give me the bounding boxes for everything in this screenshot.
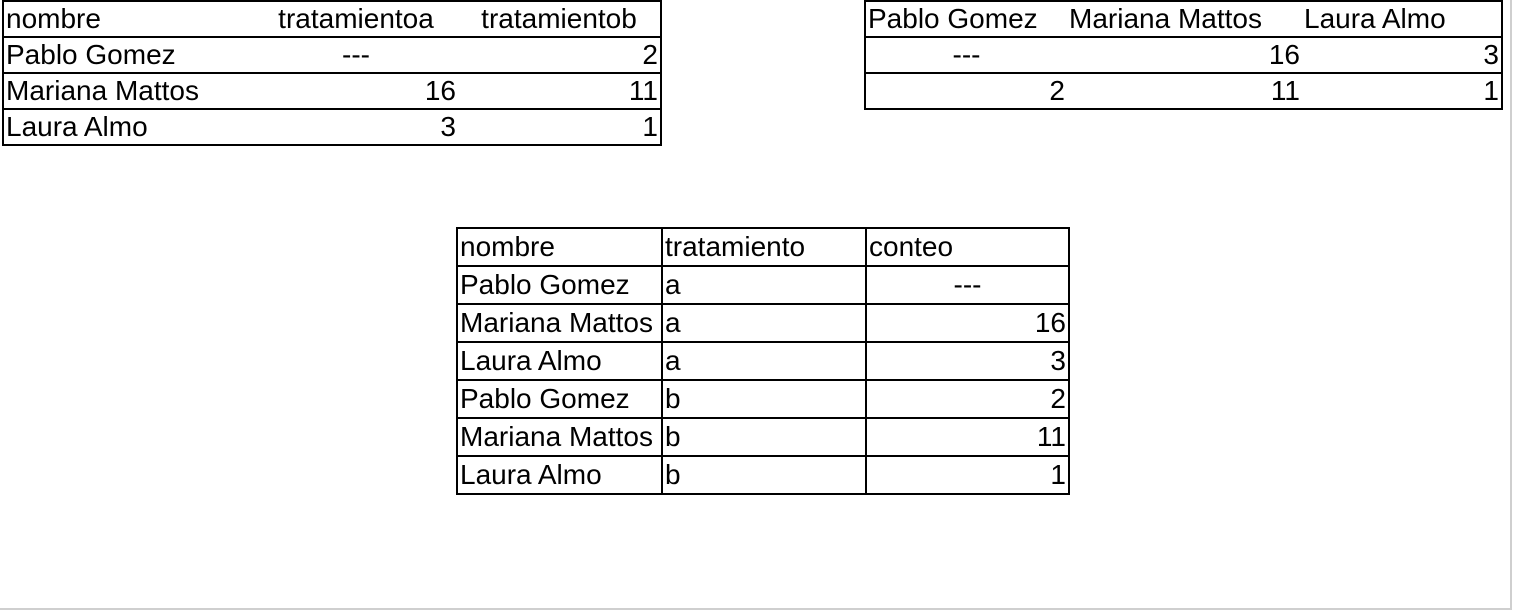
table-cell: 16	[424, 75, 456, 106]
wide-format-table: nombre tratamientoa tratamientob Pablo G…	[2, 0, 662, 146]
table-cell: 11	[1270, 75, 1300, 106]
table-cell: Pablo Gomez	[6, 39, 176, 70]
header-cell: Laura Almo	[1304, 3, 1446, 34]
long-format-table: nombre tratamiento conteo Pablo Gomez a …	[456, 227, 1070, 495]
table-cell: Pablo Gomez	[456, 265, 663, 305]
table-cell: ---	[865, 265, 1070, 305]
table-cell: 16	[1268, 39, 1300, 70]
table-cell: 1	[642, 111, 658, 142]
table-cell: 2	[1049, 75, 1065, 106]
header-cell: Pablo Gomez	[868, 3, 1038, 34]
table-cell: 16	[865, 303, 1070, 343]
table-cell: 2	[642, 39, 658, 70]
header-cell: tratamientob	[481, 3, 637, 34]
table-header-row: Pablo Gomez Mariana Mattos Laura Almo	[865, 1, 1502, 37]
table-cell: ---	[342, 39, 370, 70]
header-cell: tratamiento	[661, 227, 867, 267]
table-cell: Laura Almo	[6, 111, 148, 142]
table-row: Mariana Mattos b 11	[456, 417, 1070, 457]
header-cell: nombre	[456, 227, 663, 267]
table-cell: a	[661, 303, 867, 343]
table-cell: 2	[865, 379, 1070, 419]
table-row: Laura Almo 3 1	[3, 109, 661, 145]
header-cell: tratamientoa	[278, 3, 434, 34]
table-row: Mariana Mattos a 16	[456, 303, 1070, 343]
table-row: 2 11 1	[865, 73, 1502, 109]
table-row: --- 16 3	[865, 37, 1502, 73]
table-header-row: nombre tratamientoa tratamientob	[3, 1, 661, 37]
spreadsheet-page: nombre tratamientoa tratamientob Pablo G…	[0, 0, 1512, 610]
table-cell: Mariana Mattos	[456, 303, 663, 343]
table-row: Pablo Gomez a ---	[456, 265, 1070, 305]
table-cell: 11	[628, 75, 658, 106]
table-cell: ---	[952, 39, 981, 70]
table-cell: 1	[1483, 75, 1499, 106]
table-header-row: nombre tratamiento conteo	[456, 227, 1070, 267]
table-cell: 3	[1483, 39, 1499, 70]
header-cell: Mariana Mattos	[1069, 3, 1262, 34]
table-row: Laura Almo a 3	[456, 341, 1070, 381]
table-cell: Laura Almo	[456, 455, 663, 495]
table-cell: b	[661, 379, 867, 419]
table-cell: 3	[865, 341, 1070, 381]
table-cell: a	[661, 265, 867, 305]
table-row: Pablo Gomez b 2	[456, 379, 1070, 419]
table-cell: b	[661, 455, 867, 495]
header-cell: conteo	[865, 227, 1070, 267]
transposed-table: Pablo Gomez Mariana Mattos Laura Almo --…	[864, 0, 1503, 110]
table-row: Mariana Mattos 16 11	[3, 73, 661, 109]
table-cell: 1	[865, 455, 1070, 495]
table-cell: Laura Almo	[456, 341, 663, 381]
header-cell: nombre	[6, 3, 101, 34]
table-cell: Mariana Mattos	[6, 75, 199, 106]
table-row: Laura Almo b 1	[456, 455, 1070, 495]
table-cell: Mariana Mattos	[456, 417, 663, 457]
table-cell: 3	[440, 111, 456, 142]
table-cell: 11	[865, 417, 1070, 457]
table-row: Pablo Gomez --- 2	[3, 37, 661, 73]
table-cell: Pablo Gomez	[456, 379, 663, 419]
table-cell: a	[661, 341, 867, 381]
table-cell: b	[661, 417, 867, 457]
